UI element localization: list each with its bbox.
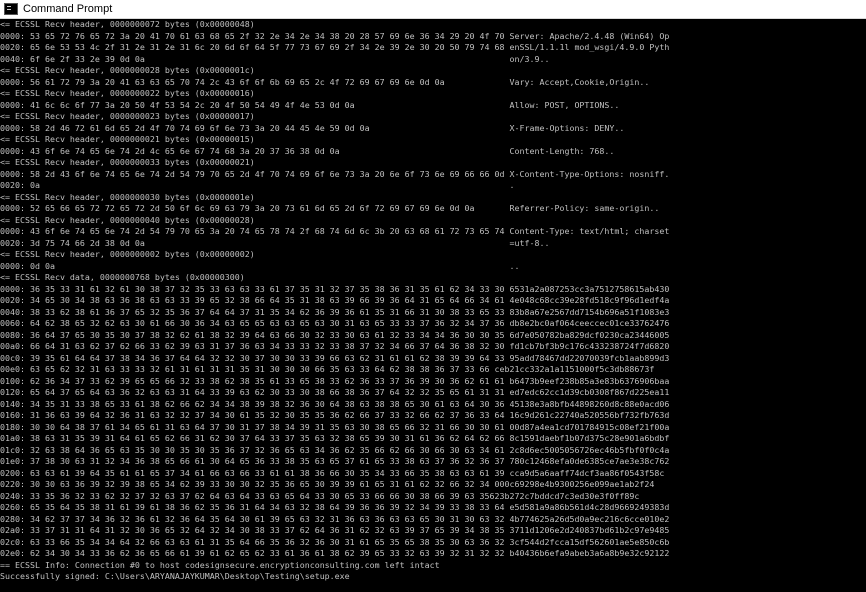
- console-line: 0200: 63 63 61 39 64 35 61 61 65 37 34 6…: [0, 467, 665, 478]
- console-line: 0120: 65 64 37 65 64 63 36 32 63 63 31 6…: [0, 387, 670, 397]
- console-line: 0100: 62 36 34 37 33 62 39 65 65 66 32 3…: [0, 375, 670, 386]
- console-line: 0000: 0d 0a ..: [0, 260, 520, 271]
- console-line: 02a0: 33 37 31 31 64 31 32 30 36 65 32 6…: [0, 525, 670, 535]
- console-line: 0000: 58 2d 43 6f 6e 74 65 6e 74 2d 54 7…: [0, 168, 670, 179]
- console-line: 0160: 31 36 63 39 64 32 36 31 63 32 32 3…: [0, 410, 670, 420]
- console-line: 0040: 38 33 62 38 61 36 37 65 32 35 36 3…: [0, 306, 670, 317]
- console-line: <= ECSSL Recv header, 0000000021 bytes (…: [0, 134, 255, 144]
- console-line: 0240: 33 35 36 32 33 62 32 37 32 63 37 6…: [0, 490, 640, 501]
- console-line: 0260: 65 35 64 35 38 31 61 39 61 38 36 6…: [0, 502, 670, 512]
- console-line: 0020: 3d 75 74 66 2d 38 0d 0a =utf-8..: [0, 237, 550, 248]
- console-line: 02e0: 62 34 30 34 33 36 62 36 65 66 61 3…: [0, 548, 670, 558]
- title-bar: Command Prompt: [0, 0, 866, 19]
- console-line: 0020: 34 65 30 34 38 63 36 38 63 63 33 3…: [0, 295, 670, 305]
- console-line: 00c0: 39 35 61 64 64 37 38 34 36 37 64 6…: [0, 352, 670, 363]
- console-line: 0000: 52 65 66 65 72 72 65 72 2d 50 6f 6…: [0, 203, 660, 213]
- console-line: 00e0: 63 65 62 32 31 63 33 33 32 61 31 6…: [0, 364, 655, 374]
- console-line: 0140: 34 35 31 33 38 65 33 61 38 62 66 6…: [0, 398, 670, 409]
- console-line: == ECSSL Info: Connection #0 to host cod…: [0, 559, 440, 570]
- console-line: 00a0: 66 64 31 63 62 37 62 66 33 62 39 6…: [0, 341, 670, 351]
- console-line: 0000: 53 65 72 76 65 72 3a 20 41 70 61 6…: [0, 30, 670, 41]
- console-line: 01e0: 37 38 30 63 31 32 34 36 38 65 66 6…: [0, 456, 670, 466]
- console-line: 02c0: 63 33 66 35 34 34 64 32 66 63 63 6…: [0, 536, 670, 547]
- console-line: 0000: 43 6f 6e 74 65 6e 74 2d 4c 65 6e 6…: [0, 145, 615, 156]
- console-line: 0220: 30 30 63 36 39 32 39 38 65 34 62 3…: [0, 479, 655, 489]
- console-line: 0000: 36 35 33 31 61 32 61 30 38 37 32 3…: [0, 283, 670, 294]
- console-line: <= ECSSL Recv header, 0000000002 bytes (…: [0, 249, 255, 259]
- console-line: <= ECSSL Recv data, 0000000768 bytes (0x…: [0, 272, 245, 282]
- console-line: 0040: 6f 6e 2f 33 2e 39 0d 0a on/3.9..: [0, 53, 550, 64]
- console-line: <= ECSSL Recv header, 0000000033 bytes (…: [0, 157, 255, 167]
- cmd-icon: [4, 3, 18, 15]
- console-line: <= ECSSL Recv header, 0000000040 bytes (…: [0, 214, 255, 225]
- window-title: Command Prompt: [23, 3, 113, 15]
- console-output[interactable]: <= ECSSL Recv header, 0000000072 bytes (…: [0, 19, 866, 592]
- console-line: Successfully signed: C:\Users\ARYANAJAYK…: [0, 571, 350, 581]
- console-line: <= ECSSL Recv header, 0000000022 bytes (…: [0, 88, 255, 98]
- console-line: <= ECSSL Recv header, 0000000028 bytes (…: [0, 65, 255, 75]
- console-line: 0000: 43 6f 6e 74 65 6e 74 2d 54 79 70 6…: [0, 226, 670, 236]
- console-line: 01c0: 32 63 38 64 36 65 63 35 30 30 35 3…: [0, 444, 670, 455]
- console-line: 0020: 65 6e 53 53 4c 2f 31 2e 31 2e 31 6…: [0, 42, 670, 52]
- console-line: 0000: 58 2d 46 72 61 6d 65 2d 4f 70 74 6…: [0, 122, 625, 133]
- console-line: 01a0: 38 63 31 35 39 31 64 61 65 62 66 3…: [0, 433, 670, 443]
- console-line: 0020: 0a .: [0, 180, 515, 190]
- console-line: <= ECSSL Recv header, 0000000030 bytes (…: [0, 191, 255, 202]
- console-line: 0080: 36 64 37 65 30 35 30 37 38 32 62 6…: [0, 329, 670, 340]
- console-line: 0000: 41 6c 6c 6f 77 3a 20 50 4f 53 54 2…: [0, 99, 620, 110]
- console-line: 0180: 30 30 64 38 37 61 34 65 61 31 63 6…: [0, 421, 670, 432]
- console-line: 0280: 34 62 37 37 34 36 32 36 61 32 36 6…: [0, 513, 670, 524]
- console-line: 0000: 56 61 72 79 3a 20 41 63 63 65 70 7…: [0, 76, 650, 87]
- console-line: <= ECSSL Recv header, 0000000072 bytes (…: [0, 19, 255, 29]
- console-line: 0060: 64 62 38 65 32 62 63 30 61 66 30 3…: [0, 318, 670, 328]
- console-line: <= ECSSL Recv header, 0000000023 bytes (…: [0, 111, 255, 121]
